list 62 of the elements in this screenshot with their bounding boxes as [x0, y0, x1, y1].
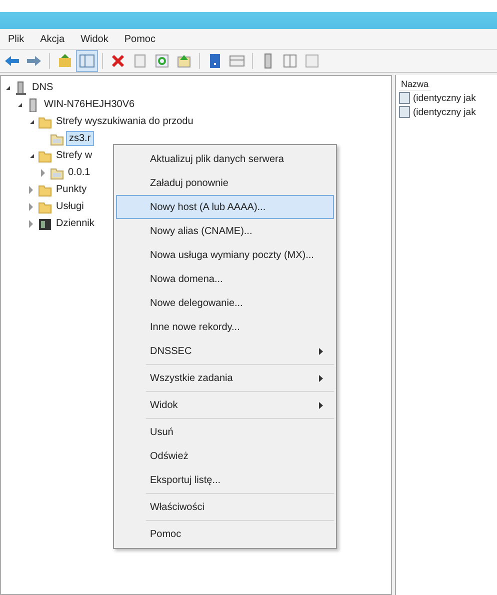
menu-item[interactable]: Aktualizuj plik danych serwera: [116, 147, 334, 171]
collapse-arrow-icon[interactable]: [30, 154, 34, 158]
collapse-arrow-icon[interactable]: [18, 102, 22, 106]
tree-item[interactable]: DNS: [30, 81, 56, 94]
menu-item[interactable]: Pomoc: [116, 522, 334, 546]
folder-icon: [38, 114, 52, 128]
expand-arrow-icon[interactable]: [41, 168, 45, 176]
tree-item[interactable]: Punkty: [54, 183, 89, 196]
zone-folder-icon: [50, 166, 64, 180]
help-icon[interactable]: [207, 53, 223, 69]
folder-icon: [38, 148, 52, 162]
menu-item[interactable]: Nowa domena...: [116, 267, 334, 291]
menu-item[interactable]: Właściwości: [116, 495, 334, 519]
dns-server-icon: [14, 80, 28, 94]
menu-item[interactable]: Akcja: [38, 34, 67, 44]
log-icon: [38, 216, 52, 230]
tree-item[interactable]: Dziennik: [54, 217, 96, 230]
export-icon[interactable]: [176, 53, 192, 69]
tree-item[interactable]: Strefy w: [54, 149, 94, 162]
expand-arrow-icon[interactable]: [29, 202, 33, 210]
tree-item[interactable]: Usługi: [54, 200, 86, 213]
menu-item[interactable]: Nowy host (A lub AAAA)...: [116, 195, 334, 219]
list-item[interactable]: (identyczny jak: [413, 92, 476, 104]
menu-item[interactable]: Widok: [116, 393, 334, 417]
menu-item[interactable]: Nowy alias (CNAME)...: [116, 219, 334, 243]
collapse-arrow-icon[interactable]: [30, 120, 34, 124]
delete-icon[interactable]: [110, 53, 126, 69]
folder-icon: [38, 182, 52, 196]
folder-icon: [38, 200, 52, 214]
menu-item[interactable]: Inne nowe rekordy...: [116, 315, 334, 339]
record-icon[interactable]: [399, 92, 410, 104]
menu-item[interactable]: Załaduj ponownie: [116, 171, 334, 195]
document-icon[interactable]: [132, 53, 148, 69]
column-header[interactable]: Nazwa: [399, 78, 431, 91]
expand-arrow-icon[interactable]: [29, 186, 33, 194]
menu-item[interactable]: Odśwież: [116, 444, 334, 468]
forward-arrow-icon[interactable]: [26, 53, 42, 69]
back-arrow-icon[interactable]: [4, 53, 20, 69]
list-icon[interactable]: [229, 53, 245, 69]
menu-item[interactable]: Nowa usługa wymiany poczty (MX)...: [116, 243, 334, 267]
menu-item[interactable]: Nowe delegowanie...: [116, 291, 334, 315]
tree-item[interactable]: zs3.r: [66, 131, 94, 146]
window-icon[interactable]: [304, 53, 320, 69]
menu-item[interactable]: Pomoc: [122, 34, 158, 44]
menu-item[interactable]: Widok: [78, 34, 110, 44]
menu-item[interactable]: Wszystkie zadania: [116, 366, 334, 390]
tree-item[interactable]: 0.0.1: [66, 166, 92, 179]
folder-icon[interactable]: [57, 53, 73, 69]
collapse-arrow-icon[interactable]: [6, 86, 10, 90]
panel-icon[interactable]: [79, 53, 95, 69]
menu-item[interactable]: Plik: [6, 34, 26, 44]
zone-folder-icon: [50, 132, 64, 146]
expand-arrow-icon[interactable]: [29, 220, 33, 228]
menu-item[interactable]: Eksportuj listę...: [116, 468, 334, 492]
grid-icon[interactable]: [282, 53, 298, 69]
menu-item[interactable]: Usuń: [116, 420, 334, 444]
record-icon[interactable]: [399, 106, 410, 118]
tree-item[interactable]: WIN-N76HEJH30V6: [42, 98, 137, 111]
tree-item[interactable]: Strefy wyszukiwania do przodu: [54, 115, 196, 128]
refresh-icon[interactable]: [154, 53, 170, 69]
menu-item[interactable]: DNSSEC: [116, 339, 334, 363]
list-item[interactable]: (identyczny jak: [413, 106, 476, 118]
